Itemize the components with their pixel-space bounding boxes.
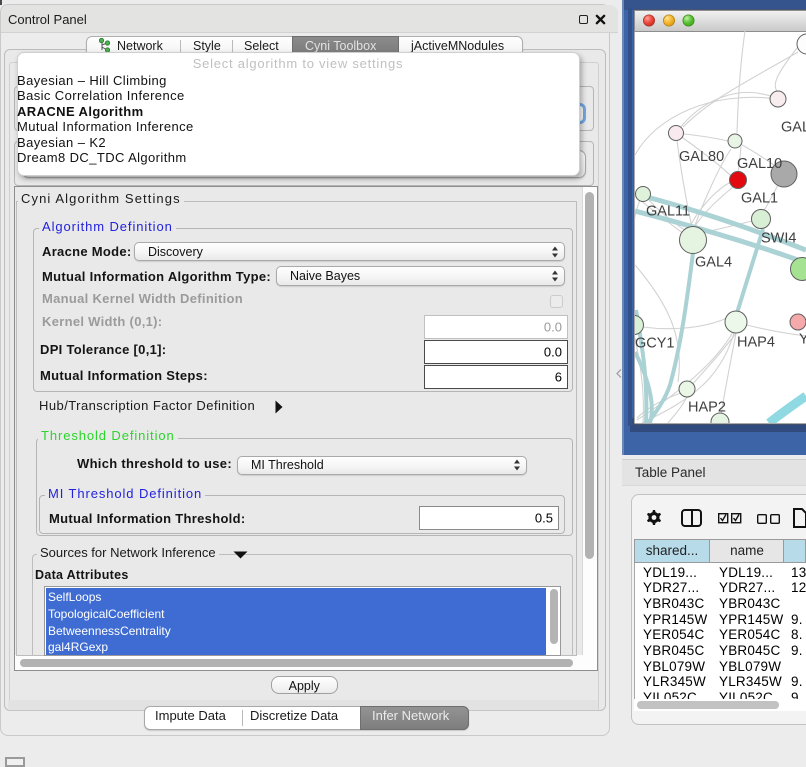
svg-text:GAL11: GAL11 — [646, 204, 690, 220]
svg-text:HAP4: HAP4 — [737, 335, 775, 351]
svg-text:GAL80: GAL80 — [679, 149, 724, 165]
svg-text:GAL7: GAL7 — [781, 120, 806, 136]
svg-text:GCY1: GCY1 — [635, 336, 675, 352]
svg-text:SWI4: SWI4 — [761, 231, 796, 247]
svg-text:GAL4: GAL4 — [695, 255, 732, 271]
svg-text:Y: Y — [799, 332, 806, 348]
svg-text:GAL1: GAL1 — [741, 191, 778, 207]
svg-text:HAP2: HAP2 — [688, 400, 726, 416]
svg-text:GAL10: GAL10 — [737, 156, 782, 172]
